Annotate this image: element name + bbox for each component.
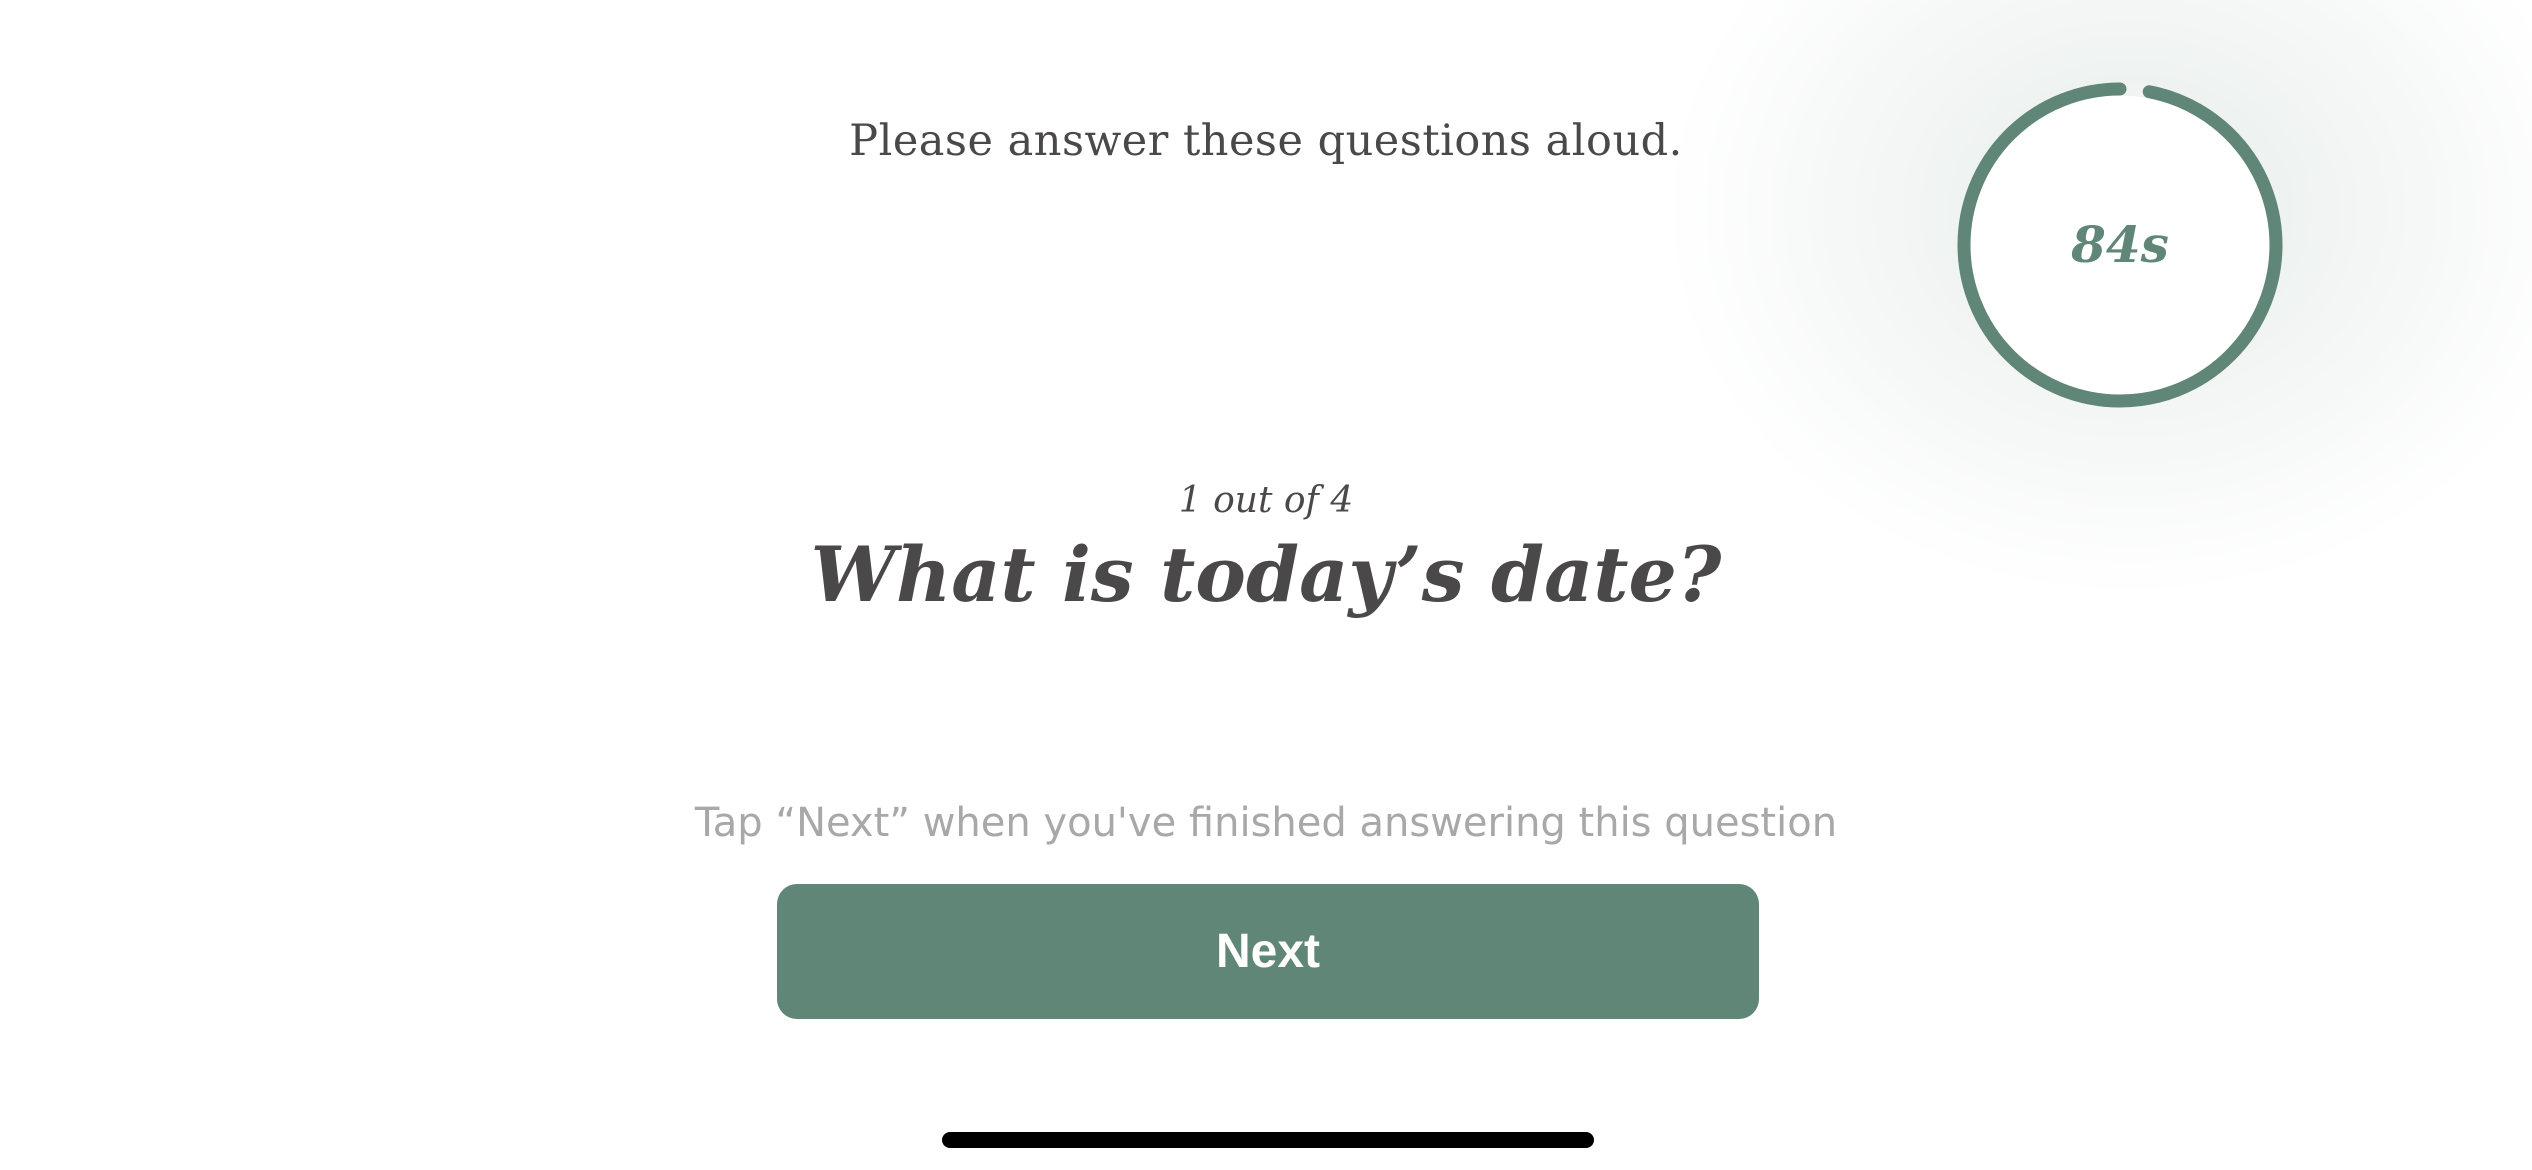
question-counter: 1 out of 4	[1178, 480, 1354, 521]
question-screen: Please answer these questions aloud. 84s…	[0, 0, 2532, 1170]
timer-seconds-label: 84s	[2071, 215, 2169, 274]
hint-text: Tap “Next” when you've finished answerin…	[694, 800, 1838, 846]
countdown-timer: 84s	[1955, 80, 2285, 410]
question-text: What is today’s date?	[810, 530, 1722, 619]
next-button[interactable]: Next	[777, 884, 1759, 1019]
home-indicator[interactable]	[942, 1132, 1594, 1148]
